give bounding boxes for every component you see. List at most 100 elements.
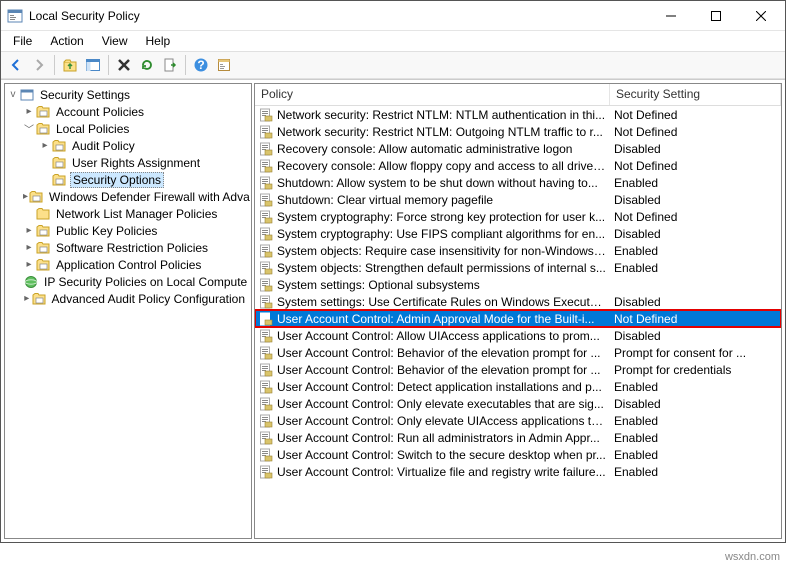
- properties-button[interactable]: [213, 54, 235, 76]
- minimize-button[interactable]: [648, 1, 693, 30]
- list-row[interactable]: System cryptography: Use FIPS compliant …: [255, 225, 781, 242]
- list-row[interactable]: Recovery console: Allow floppy copy and …: [255, 157, 781, 174]
- tree-item[interactable]: ▸Windows Defender Firewall with Adva: [5, 188, 251, 205]
- policy-cell: System settings: Use Certificate Rules o…: [255, 295, 610, 309]
- policy-icon: [259, 193, 273, 207]
- collapse-icon[interactable]: v: [7, 89, 19, 100]
- policy-text: Recovery console: Allow floppy copy and …: [277, 159, 606, 173]
- tree-item[interactable]: Network List Manager Policies: [5, 205, 251, 222]
- list-row[interactable]: User Account Control: Run all administra…: [255, 429, 781, 446]
- list-row[interactable]: User Account Control: Behavior of the el…: [255, 361, 781, 378]
- policy-text: System settings: Optional subsystems: [277, 278, 480, 292]
- policy-cell: User Account Control: Virtualize file an…: [255, 465, 610, 479]
- tree-toggle-icon[interactable]: ▸: [23, 242, 35, 253]
- list-row[interactable]: System settings: Optional subsystems: [255, 276, 781, 293]
- policy-icon: [259, 142, 273, 156]
- forward-button[interactable]: [28, 54, 50, 76]
- help-button[interactable]: ?: [190, 54, 212, 76]
- folder-icon: [35, 206, 51, 222]
- header-setting[interactable]: Security Setting: [610, 84, 781, 105]
- close-button[interactable]: [738, 1, 783, 30]
- list-row[interactable]: Shutdown: Allow system to be shut down w…: [255, 174, 781, 191]
- list-header: Policy Security Setting: [255, 84, 781, 106]
- list-row[interactable]: User Account Control: Switch to the secu…: [255, 446, 781, 463]
- tree-item[interactable]: ▸Software Restriction Policies: [5, 239, 251, 256]
- folder-icon: [51, 138, 67, 154]
- tree-item[interactable]: ▸Public Key Policies: [5, 222, 251, 239]
- tree-item[interactable]: ﹀Local Policies: [5, 120, 251, 137]
- tree-item[interactable]: ▸Advanced Audit Policy Configuration: [5, 290, 251, 307]
- export-list-button[interactable]: [159, 54, 181, 76]
- menu-view[interactable]: View: [94, 32, 136, 50]
- tree-toggle-icon[interactable]: ▸: [39, 140, 51, 151]
- policy-icon: [259, 261, 273, 275]
- list-row[interactable]: System cryptography: Force strong key pr…: [255, 208, 781, 225]
- policy-cell: User Account Control: Only elevate UIAcc…: [255, 414, 610, 428]
- tree-toggle-icon[interactable]: ▸: [23, 259, 35, 270]
- policy-icon: [259, 346, 273, 360]
- tree-root-label: Security Settings: [38, 88, 132, 102]
- show-hide-tree-button[interactable]: [82, 54, 104, 76]
- menu-help[interactable]: Help: [138, 32, 179, 50]
- tree-item[interactable]: ▸ Application Control Policies: [5, 256, 251, 273]
- list-row[interactable]: User Account Control: Allow UIAccess app…: [255, 327, 781, 344]
- list-row[interactable]: Network security: Restrict NTLM: Outgoin…: [255, 123, 781, 140]
- list-row[interactable]: User Account Control: Virtualize file an…: [255, 463, 781, 480]
- tree-root[interactable]: v Security Settings: [5, 86, 251, 103]
- policy-text: System objects: Strengthen default permi…: [277, 261, 606, 275]
- tree-item[interactable]: IP Security Policies on Local Compute: [5, 273, 251, 290]
- list-row[interactable]: System settings: Use Certificate Rules o…: [255, 293, 781, 310]
- policy-text: Network security: Restrict NTLM: Outgoin…: [277, 125, 603, 139]
- folder-icon: [35, 121, 51, 137]
- policy-icon: [259, 329, 273, 343]
- tree-toggle-icon[interactable]: ▸: [23, 225, 35, 236]
- menu-file[interactable]: File: [5, 32, 40, 50]
- menu-action[interactable]: Action: [42, 32, 91, 50]
- folder-icon: [35, 257, 51, 273]
- policy-icon: [259, 312, 273, 326]
- policy-text: Shutdown: Allow system to be shut down w…: [277, 176, 598, 190]
- list-row[interactable]: User Account Control: Only elevate execu…: [255, 395, 781, 412]
- policy-icon: [259, 176, 273, 190]
- tree-toggle-icon[interactable]: ﹀: [23, 121, 35, 136]
- maximize-button[interactable]: [693, 1, 738, 30]
- setting-cell: Not Defined: [610, 312, 781, 326]
- list-row[interactable]: User Account Control: Only elevate UIAcc…: [255, 412, 781, 429]
- policy-cell: System objects: Strengthen default permi…: [255, 261, 610, 275]
- policy-cell: User Account Control: Only elevate execu…: [255, 397, 610, 411]
- tree-toggle-icon[interactable]: ▸: [23, 293, 31, 304]
- folder-icon: [35, 240, 51, 256]
- list-row[interactable]: Shutdown: Clear virtual memory pagefileD…: [255, 191, 781, 208]
- tree-item[interactable]: ▸Audit Policy: [5, 137, 251, 154]
- policy-text: Shutdown: Clear virtual memory pagefile: [277, 193, 493, 207]
- up-button[interactable]: [59, 54, 81, 76]
- tree-item[interactable]: User Rights Assignment: [5, 154, 251, 171]
- back-button[interactable]: [5, 54, 27, 76]
- list-row[interactable]: User Account Control: Detect application…: [255, 378, 781, 395]
- header-policy[interactable]: Policy: [255, 84, 610, 105]
- tree-item-label: Application Control Policies: [54, 258, 203, 272]
- list-row[interactable]: Network security: Restrict NTLM: NTLM au…: [255, 106, 781, 123]
- list-body[interactable]: Network security: Restrict NTLM: NTLM au…: [255, 106, 781, 538]
- tree-toggle-icon[interactable]: ▸: [23, 106, 35, 117]
- list-row[interactable]: System objects: Strengthen default permi…: [255, 259, 781, 276]
- list-row[interactable]: Recovery console: Allow automatic admini…: [255, 140, 781, 157]
- list-row[interactable]: User Account Control: Behavior of the el…: [255, 344, 781, 361]
- policy-cell: Recovery console: Allow automatic admini…: [255, 142, 610, 156]
- setting-cell: Enabled: [610, 244, 781, 258]
- tree-item[interactable]: Security Options: [5, 171, 251, 188]
- tree-item[interactable]: ▸Account Policies: [5, 103, 251, 120]
- delete-button[interactable]: [113, 54, 135, 76]
- policy-cell: User Account Control: Admin Approval Mod…: [255, 312, 610, 326]
- titlebar: Local Security Policy: [1, 1, 785, 31]
- tree-pane[interactable]: v Security Settings ▸Account Policies﹀Lo…: [4, 83, 252, 539]
- policy-text: System cryptography: Force strong key pr…: [277, 210, 605, 224]
- refresh-button[interactable]: [136, 54, 158, 76]
- policy-icon: [259, 227, 273, 241]
- list-row[interactable]: User Account Control: Admin Approval Mod…: [255, 310, 781, 327]
- setting-cell: Disabled: [610, 329, 781, 343]
- policy-cell: Shutdown: Allow system to be shut down w…: [255, 176, 610, 190]
- list-row[interactable]: System objects: Require case insensitivi…: [255, 242, 781, 259]
- toolbar: ?: [1, 51, 785, 79]
- setting-cell: Enabled: [610, 380, 781, 394]
